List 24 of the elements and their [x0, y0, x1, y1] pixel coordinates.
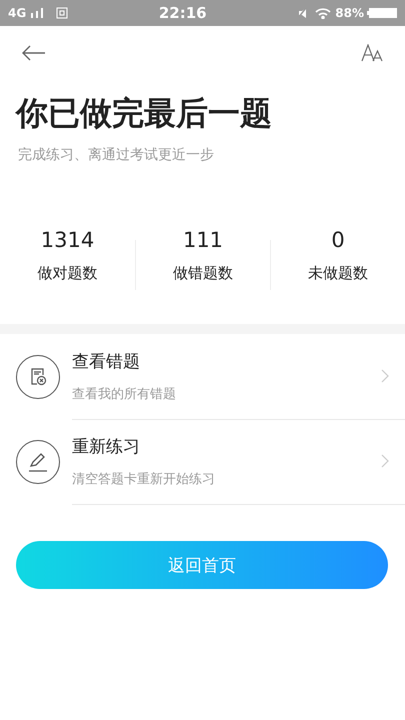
chevron-right-icon — [381, 369, 389, 383]
wifi-icon — [315, 8, 332, 18]
page-subtitle: 完成练习、离通过考试更近一步 — [17, 146, 215, 164]
action-description: 查看我的所有错题 — [72, 386, 177, 402]
action-description: 清空答题卡重新开始练习 — [72, 470, 216, 488]
chevron-right-icon — [381, 454, 389, 468]
clock: 22:16 — [158, 4, 208, 22]
action-title[interactable]: 查看错题 — [72, 350, 381, 372]
stat-value: 0 — [331, 228, 345, 252]
sim-icon — [56, 7, 68, 19]
stat-label: 未做题数 — [308, 264, 368, 283]
battery-icon — [367, 8, 397, 18]
stat-label: 做对题数 — [38, 264, 98, 283]
stat-label: 做错题数 — [173, 264, 233, 283]
action-title[interactable]: 重新练习 — [72, 434, 381, 458]
pencil-icon — [27, 450, 49, 472]
network-type: 4G — [8, 6, 26, 20]
back-icon[interactable] — [22, 45, 46, 61]
stat-value: 1314 — [40, 228, 94, 252]
font-size-icon[interactable] — [361, 44, 385, 62]
mute-icon — [297, 7, 308, 19]
stat-value: 111 — [182, 228, 224, 252]
page-title: 你已做完最后一题 — [14, 93, 273, 134]
battery-percent: 88% — [335, 6, 364, 20]
